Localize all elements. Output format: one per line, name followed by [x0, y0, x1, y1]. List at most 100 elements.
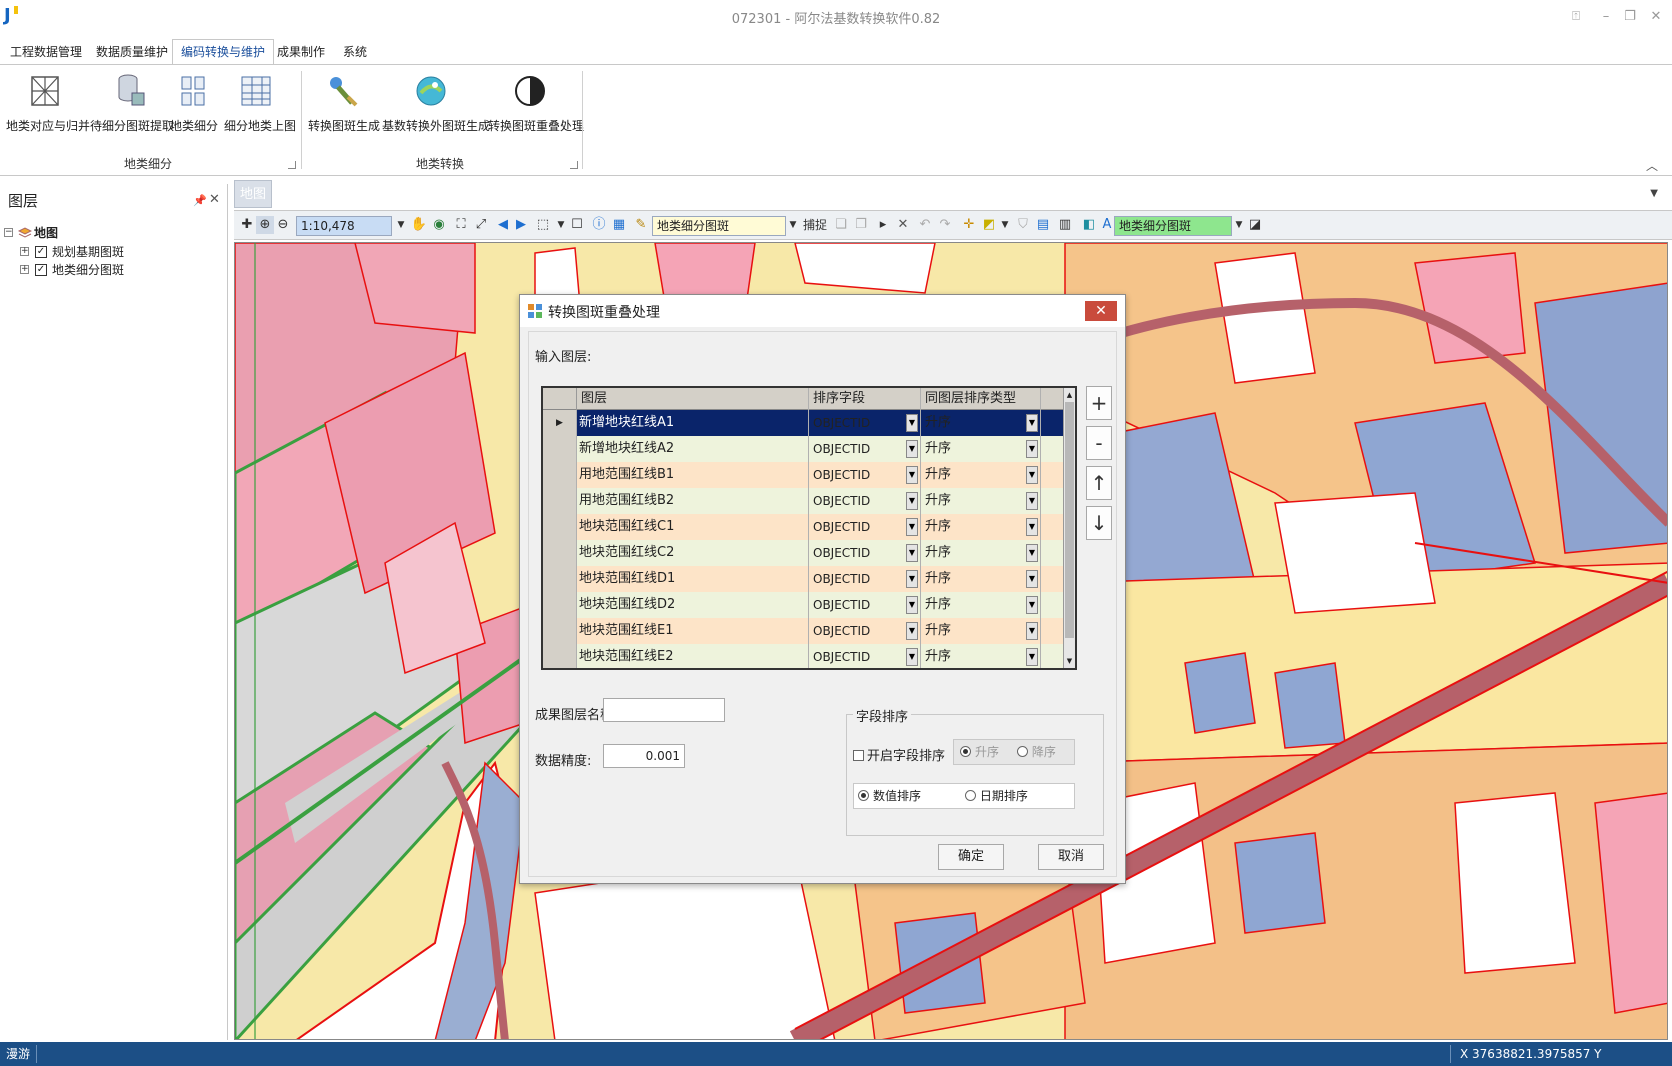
fit-extent-icon[interactable]: ⤢ — [472, 216, 490, 234]
tab-map[interactable]: 地图 — [234, 180, 272, 208]
chevron-down-icon[interactable]: ▼ — [906, 518, 918, 536]
menu-project-data[interactable]: 工程数据管理 — [10, 40, 82, 64]
ok-button[interactable]: 确定 — [938, 844, 1004, 870]
minimize-button[interactable]: – — [1596, 8, 1616, 26]
shield-icon[interactable]: ⛉ — [1014, 216, 1032, 234]
target-layer-select[interactable]: 地类细分图斑 — [1114, 216, 1232, 236]
help-icon[interactable]: ⍐ — [1566, 8, 1586, 26]
sort-type-dropdown[interactable]: 升序 ▼ — [921, 488, 1041, 514]
sort-type-dropdown[interactable]: 升序 ▼ — [921, 462, 1041, 488]
group-launcher-icon[interactable] — [288, 161, 296, 169]
checkbox-box[interactable] — [853, 750, 864, 761]
sort-field-dropdown[interactable]: OBJECTID ▼ — [809, 410, 921, 436]
pointer-icon[interactable]: ▸ — [874, 216, 892, 234]
row-header[interactable] — [543, 436, 577, 462]
expand-icon[interactable]: + — [20, 247, 29, 256]
layer-cell[interactable]: 用地范围红线B1 — [577, 462, 809, 488]
move-down-button[interactable]: ↓ — [1086, 506, 1112, 540]
sort-field-dropdown[interactable]: OBJECTID ▼ — [809, 514, 921, 540]
table-row[interactable]: 地块范围红线C1 OBJECTID ▼ 升序 ▼ — [543, 514, 1063, 541]
row-header[interactable] — [543, 462, 577, 488]
chevron-down-icon[interactable]: ▼ — [906, 544, 918, 562]
expand-icon[interactable]: + — [20, 265, 29, 274]
sort-type-dropdown[interactable]: 升序 ▼ — [921, 514, 1041, 540]
sort-type-dropdown[interactable]: 升序 ▼ — [921, 566, 1041, 592]
chevron-down-icon[interactable]: ▼ — [1026, 570, 1038, 588]
snap-menu[interactable]: 捕捉 — [800, 216, 830, 234]
sort-type-dropdown[interactable]: 升序 ▼ — [921, 644, 1041, 668]
layer-cell[interactable]: 新增地块红线A1 — [577, 410, 809, 436]
descending-radio[interactable]: 降序 — [1016, 745, 1056, 759]
numeric-sort-radio[interactable]: 数值排序 — [858, 789, 921, 803]
layer-cell[interactable]: 用地范围红线B2 — [577, 488, 809, 514]
layer-switch-icon[interactable]: ◪ — [1246, 216, 1264, 234]
sort-field-dropdown[interactable]: OBJECTID ▼ — [809, 644, 921, 668]
row-header[interactable] — [543, 618, 577, 644]
chevron-down-icon[interactable]: ▼ — [1026, 596, 1038, 614]
sort-field-dropdown[interactable]: OBJECTID ▼ — [809, 540, 921, 566]
info-icon[interactable]: ⓘ — [590, 216, 608, 234]
clear-selection-icon[interactable]: ☐ — [568, 216, 586, 234]
zoom-in-icon[interactable]: ⊕ — [256, 216, 274, 234]
chevron-down-icon[interactable]: ▼ — [1026, 414, 1038, 432]
sort-type-dropdown[interactable]: 升序 ▼ — [921, 436, 1041, 462]
measure-icon[interactable]: ▦ — [610, 216, 628, 234]
row-header[interactable] — [543, 592, 577, 618]
layer-checkbox[interactable]: ✓ — [35, 246, 47, 258]
scroll-down-icon[interactable]: ▼ — [1065, 655, 1074, 667]
scroll-up-icon[interactable]: ▲ — [1065, 389, 1074, 401]
collapse-ribbon-icon[interactable]: ︿ — [1646, 157, 1658, 174]
back-arrow-icon[interactable]: ◀ — [494, 216, 512, 234]
chevron-down-icon[interactable]: ▼ — [1026, 440, 1038, 458]
delete-icon[interactable]: ✕ — [894, 216, 912, 234]
full-extent-icon[interactable]: ⛶ — [452, 216, 470, 234]
layer-cell[interactable]: 地块范围红线C1 — [577, 514, 809, 540]
subdivided-to-map-button[interactable]: 细分地类上图 — [224, 71, 296, 134]
table-row[interactable]: 新增地块红线A2 OBJECTID ▼ 升序 ▼ — [543, 436, 1063, 463]
copy-icon[interactable]: ❏ — [832, 216, 850, 234]
sort-type-dropdown[interactable]: 升序 ▼ — [921, 410, 1041, 436]
scroll-thumb[interactable] — [1065, 402, 1074, 638]
output-name-input[interactable] — [603, 698, 725, 722]
select-features-icon[interactable]: ⬚ — [534, 216, 552, 234]
extract-patches-button[interactable]: 待细分图斑提取 — [90, 71, 174, 134]
input-layers-grid[interactable]: 图层 排序字段 同图层排序类型 ▶ 新增地块红线A1 OBJECTID ▼ 升序 ▼ 新增地… — [541, 386, 1077, 670]
chevron-down-icon[interactable]: ▼ — [906, 622, 918, 640]
table-row[interactable]: 地块范围红线E2 OBJECTID ▼ 升序 ▼ — [543, 644, 1063, 668]
table-row[interactable]: 地块范围红线D1 OBJECTID ▼ 升序 ▼ — [543, 566, 1063, 593]
menu-system[interactable]: 系统 — [343, 40, 367, 64]
grid-scrollbar[interactable]: ▲ ▼ — [1063, 388, 1075, 668]
enable-field-sort-checkbox[interactable]: 开启字段排序 — [853, 745, 945, 764]
restore-button[interactable]: ❐ — [1620, 8, 1640, 26]
sort-field-dropdown[interactable]: OBJECTID ▼ — [809, 488, 921, 514]
chevron-down-icon[interactable]: ▼ — [1650, 188, 1658, 199]
chevron-down-icon[interactable]: ▼ — [906, 440, 918, 458]
table-row[interactable]: 用地范围红线B1 OBJECTID ▼ 升序 ▼ — [543, 462, 1063, 489]
chevron-down-icon[interactable]: ▼ — [906, 570, 918, 588]
add-layer-button[interactable]: + — [1086, 386, 1112, 420]
chevron-down-icon[interactable]: ▼ — [1026, 622, 1038, 640]
pin-icon[interactable]: 📌 — [193, 194, 207, 207]
chevron-down-icon[interactable]: ▼ — [1026, 518, 1038, 536]
sort-field-dropdown[interactable]: OBJECTID ▼ — [809, 618, 921, 644]
row-header[interactable] — [543, 540, 577, 566]
undo-icon[interactable]: ↶ — [916, 216, 934, 234]
close-panel-icon[interactable]: ✕ — [209, 192, 220, 207]
row-header[interactable] — [543, 644, 577, 668]
row-header[interactable] — [543, 566, 577, 592]
dialog-close-button[interactable]: ✕ — [1085, 301, 1117, 321]
sort-type-dropdown[interactable]: 升序 ▼ — [921, 540, 1041, 566]
pan-cross-icon[interactable]: ✚ — [238, 216, 256, 234]
chevron-down-icon[interactable]: ▼ — [996, 216, 1014, 234]
row-header[interactable] — [543, 488, 577, 514]
remove-layer-button[interactable]: - — [1086, 426, 1112, 460]
landclass-merge-button[interactable]: 地类对应与归并 — [6, 71, 90, 134]
collapse-icon[interactable]: − — [4, 228, 13, 237]
move-up-button[interactable]: ↑ — [1086, 466, 1112, 500]
chevron-down-icon[interactable]: ▼ — [906, 648, 918, 666]
redo-icon[interactable]: ↷ — [936, 216, 954, 234]
menu-results[interactable]: 成果制作 — [277, 40, 325, 64]
chevron-down-icon[interactable]: ▼ — [392, 216, 410, 234]
sort-field-dropdown[interactable]: OBJECTID ▼ — [809, 566, 921, 592]
paste-icon[interactable]: ❐ — [852, 216, 870, 234]
